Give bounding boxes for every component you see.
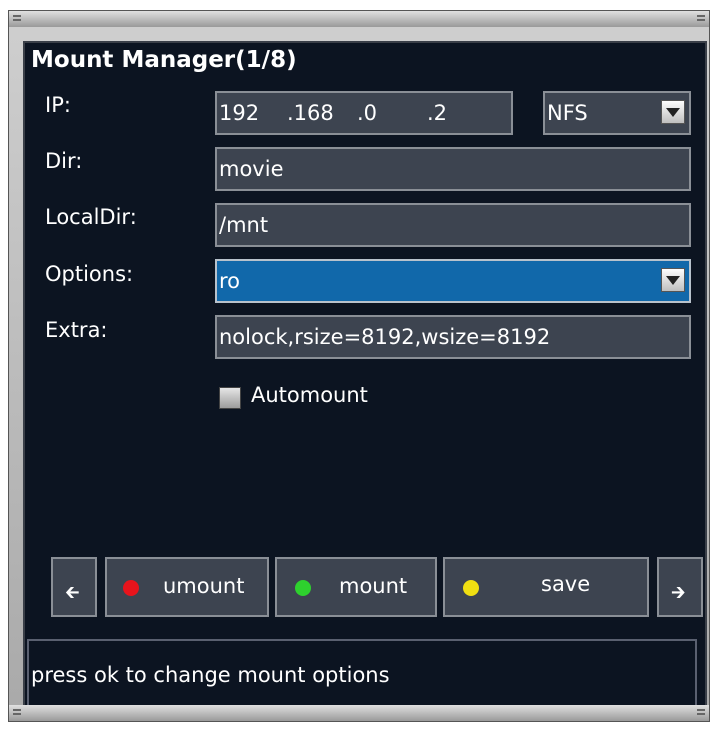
options-value: ro	[219, 269, 241, 293]
extra-label: Extra:	[45, 318, 108, 342]
dir-input[interactable]: movie	[215, 147, 691, 191]
status-message: press ok to change mount options	[27, 639, 697, 711]
yellow-dot-icon	[463, 580, 479, 596]
window-title: Mount Manager(1/8)	[31, 47, 297, 73]
options-label: Options:	[45, 262, 134, 286]
right-arrow-icon: 🡲	[671, 582, 686, 603]
red-dot-icon	[123, 580, 139, 596]
chevron-down-icon[interactable]	[661, 268, 685, 292]
prev-button[interactable]: 🡰	[51, 557, 97, 617]
extra-input[interactable]: nolock,rsize=8192,wsize=8192	[215, 315, 691, 359]
localdir-input[interactable]: /mnt	[215, 203, 691, 247]
umount-button-label: umount	[163, 574, 245, 598]
grip-icon	[13, 15, 21, 21]
grip-icon	[697, 709, 705, 715]
next-button[interactable]: 🡲	[657, 557, 703, 617]
localdir-label: LocalDir:	[45, 205, 137, 229]
ip-segment-2[interactable]: .168	[287, 93, 334, 133]
ip-label: IP:	[45, 93, 71, 117]
ip-segment-3[interactable]: .0	[357, 93, 377, 133]
fs-type-select[interactable]: NFS	[543, 91, 691, 135]
ip-field[interactable]: 192 .168 .0 .2	[215, 91, 513, 135]
mount-manager-panel: Mount Manager(1/8) IP: 192 .168 .0 .2 NF…	[23, 41, 707, 713]
fs-type-value: NFS	[547, 101, 588, 125]
save-button-label: save	[541, 572, 591, 596]
mount-button-label: mount	[339, 574, 408, 598]
window-frame: Mount Manager(1/8) IP: 192 .168 .0 .2 NF…	[8, 10, 710, 722]
window-top-bar	[9, 11, 709, 27]
save-button[interactable]: save	[443, 557, 649, 617]
dir-label: Dir:	[45, 149, 83, 173]
window-bottom-bar	[9, 705, 709, 721]
grip-icon	[13, 709, 21, 715]
automount-checkbox[interactable]	[219, 387, 241, 409]
left-arrow-icon: 🡰	[65, 582, 80, 603]
automount-label: Automount	[251, 383, 368, 407]
grip-icon	[697, 15, 705, 21]
green-dot-icon	[295, 580, 311, 596]
chevron-down-icon[interactable]	[661, 100, 685, 124]
ip-segment-1[interactable]: 192	[219, 93, 259, 133]
umount-button[interactable]: umount	[105, 557, 269, 617]
options-select[interactable]: ro	[215, 259, 691, 303]
ip-segment-4[interactable]: .2	[427, 93, 447, 133]
mount-button[interactable]: mount	[275, 557, 437, 617]
